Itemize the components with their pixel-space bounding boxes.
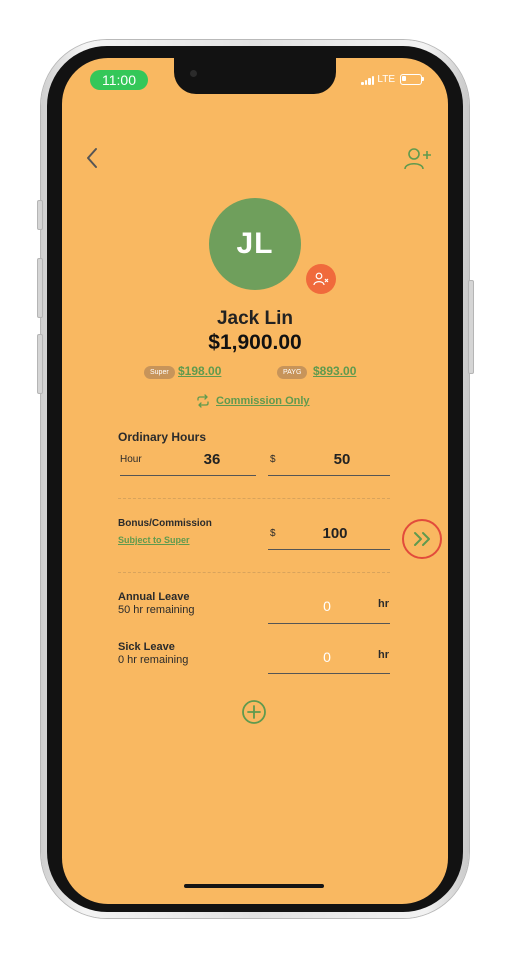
divider [118, 498, 390, 499]
super-badge: Super [144, 366, 175, 379]
remove-employee-button[interactable] [306, 264, 336, 294]
back-button[interactable] [82, 146, 102, 170]
rate-currency: $ [270, 454, 276, 465]
add-user-icon [404, 148, 431, 170]
status-time: 11:00 [90, 70, 148, 90]
annual-leave-title: Annual Leave [118, 591, 190, 603]
hours-underline [120, 475, 256, 476]
employee-name: Jack Lin [216, 308, 294, 329]
volume-down-button [37, 334, 43, 394]
double-chevron-right-icon[interactable] [412, 528, 434, 550]
add-user-button[interactable] [404, 146, 432, 172]
front-camera [190, 70, 197, 77]
bonus-title: Bonus/Commission [118, 518, 212, 529]
hours-input[interactable]: 36 [182, 451, 242, 468]
bonus-input[interactable]: 100 [305, 525, 365, 542]
network-label: LTE [377, 74, 395, 85]
battery-icon [400, 74, 424, 85]
annual-leave-input[interactable]: 0 [312, 598, 342, 614]
sick-leave-remaining: 0 hr remaining [118, 654, 189, 666]
payg-amount-link[interactable]: $893.00 [313, 364, 356, 378]
notch [174, 58, 336, 94]
total-pay: $1,900.00 [208, 331, 302, 354]
home-indicator [184, 884, 324, 888]
sick-leave-title: Sick Leave [118, 641, 175, 653]
pay-type-label: Commission Only [216, 395, 310, 407]
bonus-underline [268, 549, 390, 550]
plus-circle-icon [242, 700, 266, 724]
bonus-currency: $ [270, 528, 276, 539]
divider [118, 572, 390, 573]
app-screen: 11:00 LTE JL Jack Lin $1,900.00 Super $1… [62, 58, 448, 904]
pay-type-toggle[interactable]: Commission Only [196, 394, 310, 408]
power-button [468, 280, 474, 374]
add-item-button[interactable] [241, 699, 267, 725]
volume-up-button [37, 258, 43, 318]
rate-underline [268, 475, 390, 476]
remove-user-icon [313, 272, 329, 286]
annual-leave-unit: hr [378, 598, 389, 610]
signal-icon [361, 75, 375, 85]
sick-leave-unit: hr [378, 649, 389, 661]
sick-leave-input[interactable]: 0 [312, 649, 342, 665]
status-indicators: LTE [361, 74, 424, 85]
annual-leave-underline [268, 623, 390, 624]
ordinary-hours-title: Ordinary Hours [118, 430, 207, 444]
sick-leave-underline [268, 673, 390, 674]
repeat-icon [197, 394, 209, 408]
chevron-left-icon [87, 148, 97, 168]
subject-to-super-link[interactable]: Subject to Super [118, 535, 190, 545]
avatar: JL [209, 198, 301, 290]
payg-badge: PAYG [277, 366, 308, 379]
hour-label: Hour [120, 454, 142, 465]
super-amount-link[interactable]: $198.00 [178, 364, 221, 378]
rate-input[interactable]: 50 [312, 451, 372, 468]
silent-switch [37, 200, 43, 230]
annual-leave-remaining: 50 hr remaining [118, 604, 195, 616]
